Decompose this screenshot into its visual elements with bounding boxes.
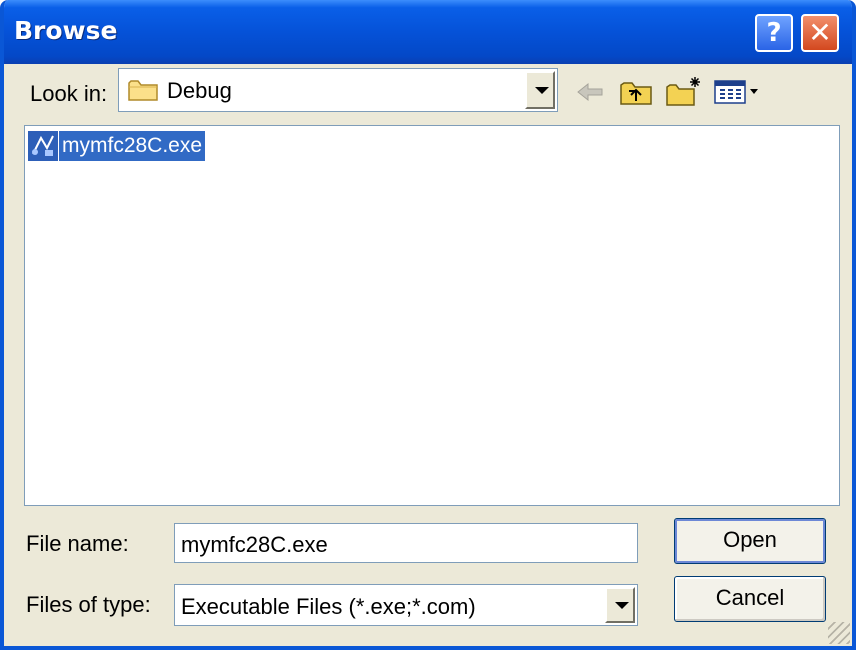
- file-name-label: mymfc28C.exe: [59, 131, 206, 161]
- open-button[interactable]: Open: [674, 518, 826, 564]
- look-in-value: Debug: [167, 78, 232, 103]
- up-folder-icon[interactable]: [618, 75, 654, 109]
- view-menu-icon[interactable]: [712, 75, 762, 109]
- files-of-type-value: Executable Files (*.exe;*.com): [181, 594, 476, 619]
- list-item[interactable]: mymfc28C.exe: [27, 130, 206, 162]
- look-in-combobox[interactable]: Debug: [118, 68, 558, 112]
- folder-icon: [128, 80, 158, 101]
- files-of-type-combobox[interactable]: Executable Files (*.exe;*.com): [174, 584, 638, 626]
- file-list[interactable]: mymfc28C.exe: [24, 125, 840, 506]
- browse-dialog: Browse ? ✕ Look in: Debug mymfc28C.exe F…: [0, 0, 856, 650]
- help-button[interactable]: ?: [755, 14, 793, 52]
- new-folder-icon[interactable]: [664, 75, 704, 109]
- window-title: Browse: [14, 16, 118, 45]
- close-button[interactable]: ✕: [801, 14, 839, 52]
- look-in-dropdown-button[interactable]: [525, 71, 555, 109]
- executable-file-icon: [28, 131, 58, 161]
- file-name-value: mymfc28C.exe: [181, 532, 328, 557]
- files-of-type-label: Files of type:: [26, 592, 151, 617]
- title-bar[interactable]: Browse ? ✕: [4, 0, 852, 64]
- file-name-field[interactable]: mymfc28C.exe: [174, 523, 638, 563]
- resize-grip[interactable]: [828, 622, 850, 644]
- look-in-label: Look in:: [30, 81, 108, 106]
- back-icon[interactable]: [574, 75, 606, 109]
- files-of-type-dropdown-button[interactable]: [605, 587, 635, 623]
- cancel-button[interactable]: Cancel: [674, 576, 826, 622]
- file-name-label-caption: File name:: [26, 531, 129, 556]
